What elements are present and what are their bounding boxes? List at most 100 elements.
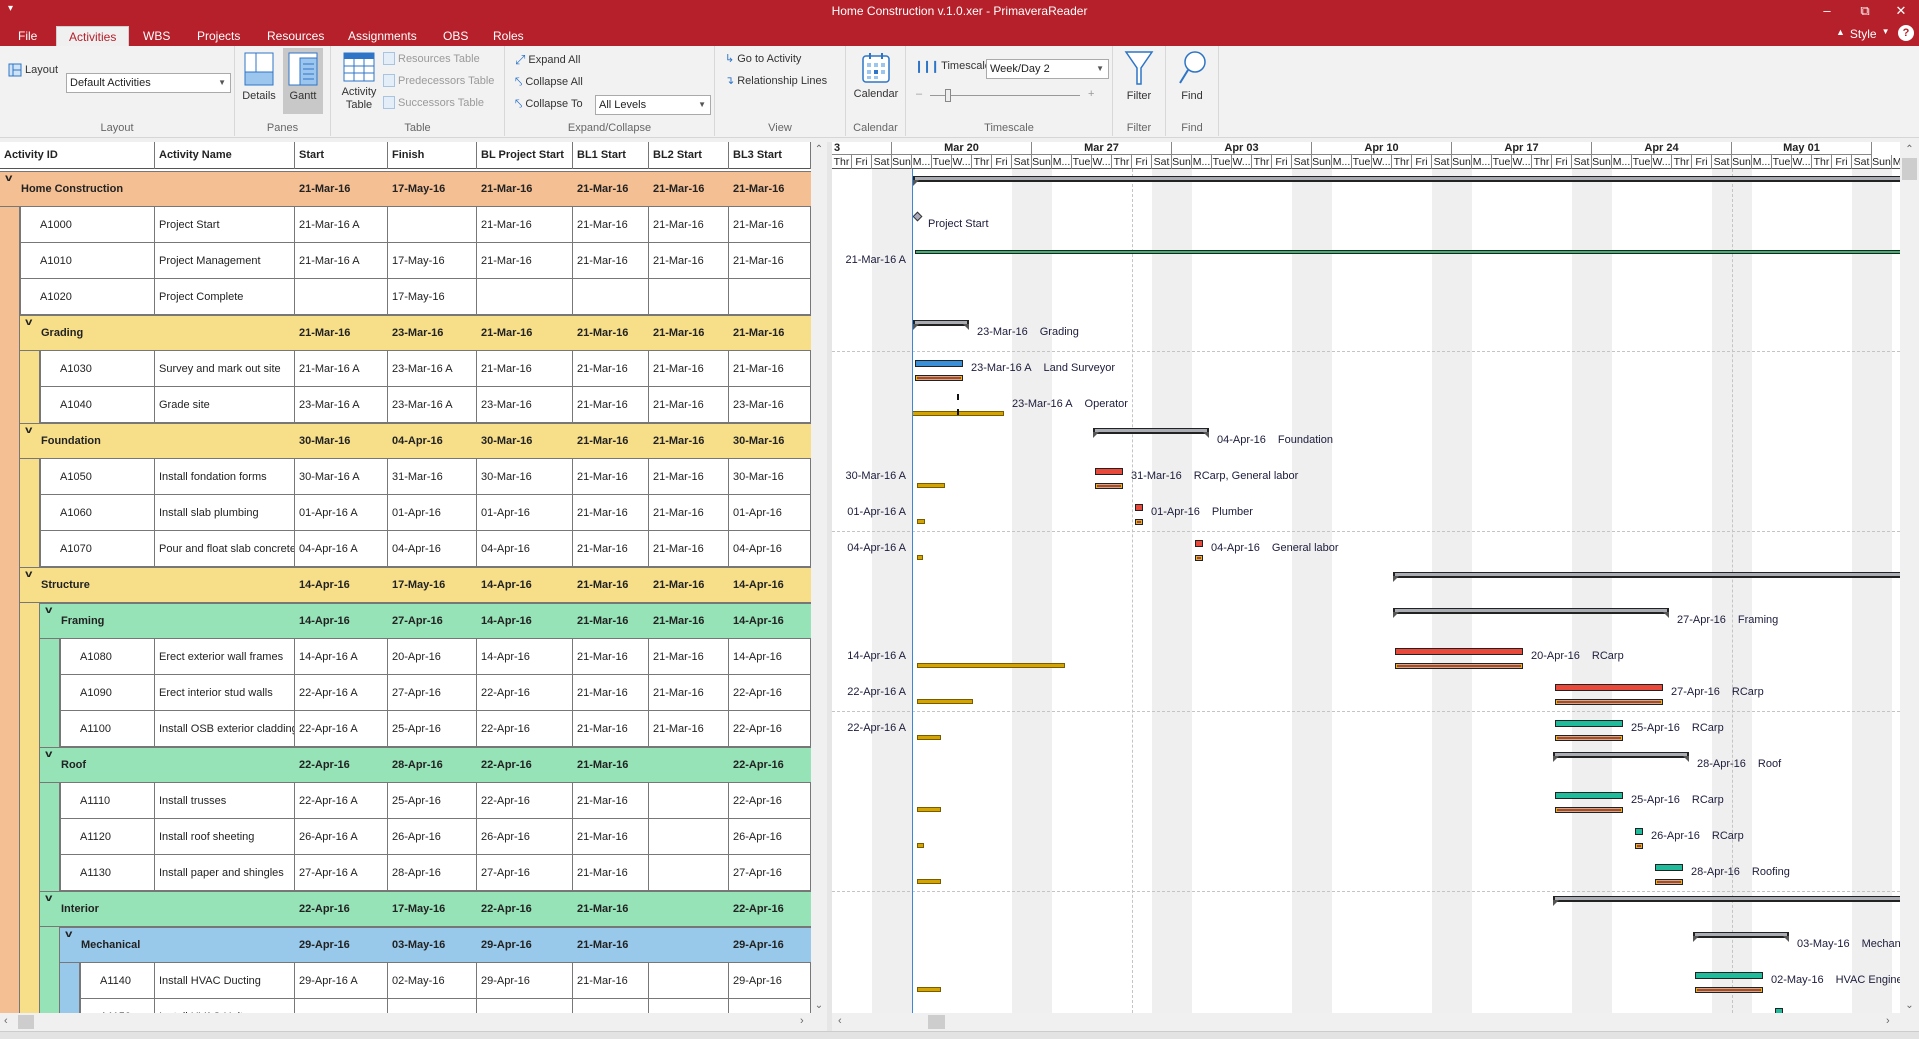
wbs-row[interactable]: v Home Construction 21-Mar-16 17-May-16 21-M… [0, 171, 811, 207]
table-row[interactable]: A1140 Install HVAC Ducting 29-Apr-16 A 02-M… [0, 963, 811, 999]
table-row[interactable]: A1120 Install roof sheeting 26-Apr-16 A 26-… [0, 819, 811, 855]
baseline-bar[interactable] [1695, 987, 1763, 993]
column-header-bl3-start[interactable]: BL3 Start [729, 142, 811, 169]
collapse-all-button[interactable]: ⤣ Collapse All [515, 74, 583, 90]
chevron-down-icon[interactable]: v [45, 606, 52, 616]
minimize-icon[interactable]: – [1812, 2, 1842, 20]
wbs-row[interactable]: v Grading 21-Mar-16 23-Mar-16 21-Mar-16 21-Ma… [0, 315, 811, 351]
tab-resources[interactable]: Resources [255, 26, 336, 46]
activity-bar[interactable] [1655, 864, 1683, 871]
tab-roles[interactable]: Roles [481, 26, 536, 46]
calendar-button[interactable]: Calendar [850, 52, 902, 101]
summary-bar[interactable] [913, 320, 969, 330]
tab-projects[interactable]: Projects [185, 26, 252, 46]
table-row[interactable]: A1090 Erect interior stud walls 22-Apr-16 … [0, 675, 811, 711]
successors-table-button[interactable]: Successors Table [383, 96, 484, 109]
activity-bar[interactable] [1395, 648, 1523, 655]
summary-bar[interactable] [1693, 932, 1789, 942]
bl1-bar[interactable] [917, 483, 945, 488]
wbs-row[interactable]: v Framing 14-Apr-16 27-Apr-16 14-Apr-16 21-Ma… [0, 603, 811, 639]
wbs-row[interactable]: v Roof 22-Apr-16 28-Apr-16 22-Apr-16 21-Mar-1… [0, 747, 811, 783]
table-row[interactable]: A1030 Survey and mark out site 21-Mar-16 A… [0, 351, 811, 387]
scroll-right-icon[interactable]: › [800, 1015, 804, 1027]
style-menu[interactable]: ▲ Style ▼ [1836, 27, 1890, 41]
table-row[interactable]: A1040 Grade site 23-Mar-16 A 23-Mar-16 A 23-… [0, 387, 811, 423]
find-button[interactable]: Find [1172, 50, 1212, 103]
activity-bar[interactable] [1555, 684, 1663, 691]
baseline-bar[interactable] [915, 375, 963, 381]
bl1-bar[interactable] [917, 663, 1065, 668]
table-row[interactable]: A1080 Erect exterior wall frames 14-Apr-16… [0, 639, 811, 675]
tab-obs[interactable]: OBS [431, 26, 480, 46]
scroll-up-icon[interactable]: ⌃ [811, 144, 827, 155]
scroll-down-icon[interactable]: ⌄ [811, 1000, 827, 1011]
bl1-bar[interactable] [917, 555, 923, 560]
table-row[interactable]: A1110 Install trusses 22-Apr-16 A 25-Apr-16… [0, 783, 811, 819]
column-header-activity-name[interactable]: Activity Name [155, 142, 295, 169]
activity-bar[interactable] [1555, 792, 1623, 799]
timescale-select[interactable]: Week/Day 2 ▼ [986, 59, 1109, 79]
activity-bar[interactable] [1775, 1008, 1783, 1013]
table-row[interactable]: A1130 Install paper and shingles 27-Apr-16… [0, 855, 811, 891]
summary-bar[interactable] [913, 176, 1900, 186]
zoom-in-icon[interactable]: + [1088, 88, 1094, 100]
scroll-down-icon[interactable]: ⌄ [1900, 1000, 1919, 1011]
summary-bar[interactable] [1553, 752, 1689, 762]
chevron-up-icon[interactable]: ▲ [1836, 27, 1845, 41]
summary-bar[interactable] [1553, 896, 1900, 906]
layout-select[interactable]: Default Activities ▼ [66, 73, 231, 93]
column-header-bl-project-start[interactable]: BL Project Start [477, 142, 573, 169]
table-row[interactable]: A1010 Project Management 21-Mar-16 A 17-May… [0, 243, 811, 279]
wbs-row[interactable]: v Foundation 30-Mar-16 04-Apr-16 30-Mar-16 21… [0, 423, 811, 459]
table-row[interactable]: A1100 Install OSB exterior cladding 22-Apr… [0, 711, 811, 747]
details-pane-button[interactable]: Details [239, 52, 279, 103]
relationship-lines-button[interactable]: ↴ Relationship Lines [725, 74, 827, 88]
activity-bar[interactable] [1135, 504, 1143, 511]
collapse-to-select[interactable]: All Levels ▼ [595, 95, 711, 115]
timescale-slider-thumb[interactable] [945, 89, 951, 102]
table-row[interactable]: A1150Install HVAC Unit [0, 999, 811, 1013]
resources-table-button[interactable]: Resources Table [383, 52, 480, 65]
zoom-out-icon[interactable]: – [916, 88, 922, 100]
scroll-left-icon[interactable]: ‹ [838, 1015, 842, 1027]
scroll-up-icon[interactable]: ⌃ [1900, 144, 1919, 155]
table-row[interactable]: A1050 Install fondation forms 30-Mar-16 A3… [0, 459, 811, 495]
chevron-down-icon[interactable]: v [45, 750, 52, 760]
activity-bar[interactable] [1555, 720, 1623, 727]
go-to-activity-button[interactable]: ↳ Go to Activity [725, 52, 801, 66]
chevron-down-icon[interactable]: v [5, 174, 12, 184]
summary-bar[interactable] [1393, 608, 1669, 618]
close-icon[interactable]: ✕ [1886, 2, 1916, 20]
activity-bar[interactable] [915, 250, 1900, 254]
restore-icon[interactable]: ⧉ [1850, 2, 1880, 20]
scroll-left-icon[interactable]: ‹ [4, 1015, 8, 1027]
chevron-down-icon[interactable]: v [25, 426, 32, 436]
baseline-bar[interactable] [1655, 879, 1683, 885]
summary-bar[interactable] [1093, 428, 1209, 438]
chevron-down-icon[interactable]: v [25, 318, 32, 328]
scrollbar-thumb[interactable] [1902, 158, 1917, 180]
help-icon[interactable]: ? [1898, 25, 1914, 41]
column-header-bl2-start[interactable]: BL2 Start [649, 142, 729, 169]
wbs-row[interactable]: v Interior 22-Apr-16 17-May-16 22-Apr-16 21-M… [0, 891, 811, 927]
tab-wbs[interactable]: WBS [131, 26, 182, 46]
activity-table-button[interactable]: Activity Table [339, 52, 379, 112]
baseline-bar[interactable] [1555, 735, 1623, 741]
gantt-vertical-scrollbar[interactable]: ⌃ ⌄ [1900, 142, 1919, 1013]
baseline-bar[interactable] [1635, 843, 1643, 849]
predecessors-table-button[interactable]: Predecessors Table [383, 74, 494, 87]
baseline-bar[interactable] [1095, 483, 1123, 489]
column-header-finish[interactable]: Finish [388, 142, 477, 169]
milestone-diamond[interactable] [912, 211, 923, 222]
bl1-bar[interactable] [917, 519, 925, 524]
baseline-bar[interactable] [1555, 807, 1623, 813]
baseline-bar[interactable] [1135, 519, 1143, 525]
column-header-start[interactable]: Start [295, 142, 388, 169]
bl1-bar[interactable] [917, 879, 941, 884]
bl1-bar[interactable] [917, 843, 924, 848]
column-header-bl1-start[interactable]: BL1 Start [573, 142, 649, 169]
activity-bar[interactable] [915, 360, 963, 367]
bl1-bar[interactable] [917, 735, 941, 740]
tab-activities[interactable]: Activities [56, 26, 130, 46]
tab-assignments[interactable]: Assignments [336, 26, 429, 46]
